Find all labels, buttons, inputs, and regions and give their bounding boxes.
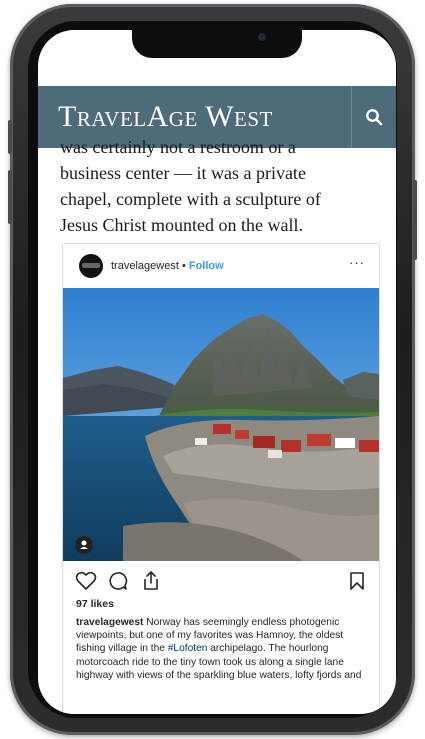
tagged-user-button[interactable]	[75, 536, 93, 554]
instagram-embed: travelagewest • Follow ··· 97 likes trav…	[62, 243, 380, 714]
post-actions	[63, 569, 379, 593]
article-line: was certainly not a restroom or a	[60, 137, 296, 157]
side-button-left-2	[8, 170, 12, 224]
search-icon	[366, 109, 383, 126]
lofoten-landscape-image	[63, 288, 379, 561]
article-line: chapel, complete with a sculpture of	[60, 189, 321, 209]
article-body: was certainly not a restroom or a busine…	[60, 134, 395, 238]
hashtag-link[interactable]: #Lofoten	[168, 643, 208, 654]
side-button-right	[413, 180, 417, 260]
side-button-left-1	[8, 120, 12, 154]
brand-text: TravelAge West	[58, 100, 273, 133]
front-camera	[258, 33, 266, 41]
post-caption: travelagewest Norway has seemingly endle…	[76, 616, 372, 682]
post-photo[interactable]	[63, 288, 379, 561]
phone-screen: TravelAge West was certainly not a restr…	[38, 30, 396, 714]
bookmark-icon[interactable]	[349, 571, 365, 591]
phone-notch	[132, 30, 302, 58]
site-logo[interactable]: TravelAge West	[58, 100, 273, 134]
article-line: business center — it was a private	[60, 163, 306, 183]
post-header: travelagewest • Follow ···	[63, 244, 379, 288]
likes-count[interactable]: 97 likes	[76, 598, 114, 610]
comment-icon[interactable]	[108, 571, 128, 591]
share-icon[interactable]	[141, 570, 161, 591]
separator-dot: •	[181, 260, 186, 272]
username-link[interactable]: travelagewest	[111, 260, 179, 272]
post-author: travelagewest • Follow	[111, 260, 224, 272]
avatar[interactable]	[79, 254, 103, 278]
follow-link[interactable]: Follow	[189, 260, 224, 272]
person-icon	[80, 540, 88, 549]
article-line: Jesus Christ mounted on the wall.	[60, 215, 303, 235]
heart-icon[interactable]	[75, 571, 97, 591]
more-options-button[interactable]: ···	[349, 255, 365, 270]
caption-username[interactable]: travelagewest	[76, 617, 143, 628]
